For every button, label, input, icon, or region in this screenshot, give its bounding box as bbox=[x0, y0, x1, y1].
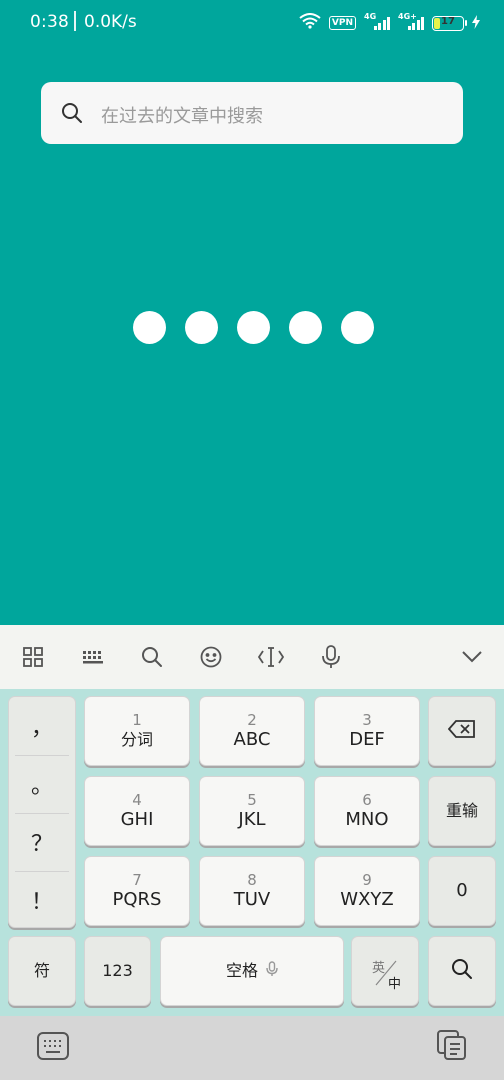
symbols-key[interactable]: 符 bbox=[8, 936, 76, 1006]
loading-dot bbox=[237, 311, 270, 344]
key-number: 6 bbox=[362, 791, 372, 809]
symbol-column[interactable]: ， 。 ？ ！ bbox=[8, 696, 76, 928]
loading-dot bbox=[341, 311, 374, 344]
network-speed: 0.0K/s bbox=[84, 12, 137, 32]
key-label: MNO bbox=[345, 809, 389, 830]
key-label: DEF bbox=[349, 729, 385, 750]
keyboard-toolbar bbox=[0, 625, 504, 689]
search-icon[interactable] bbox=[138, 643, 166, 671]
keyboard-icon[interactable] bbox=[79, 643, 107, 671]
key-label: ABC bbox=[233, 729, 271, 750]
clipboard-icon[interactable] bbox=[437, 1030, 467, 1064]
battery-level: 17 bbox=[441, 15, 455, 27]
key-9[interactable]: 9 WXYZ bbox=[314, 856, 420, 926]
status-time: 0:38 bbox=[30, 12, 69, 32]
key-number: 3 bbox=[362, 711, 372, 729]
key-label: PQRS bbox=[112, 889, 162, 910]
vpn-badge: VPN bbox=[328, 16, 356, 30]
symbol-comma[interactable]: ， bbox=[9, 697, 75, 755]
search-icon bbox=[451, 958, 473, 984]
space-key[interactable]: 空格 bbox=[160, 936, 344, 1006]
key-number: 7 bbox=[132, 871, 142, 889]
space-label: 空格 bbox=[225, 961, 258, 980]
key-label: TUV bbox=[233, 889, 271, 910]
key-label: 0 bbox=[456, 880, 468, 901]
signal-icon-2: 4G+ bbox=[398, 12, 424, 32]
search-icon bbox=[61, 102, 83, 124]
key-number: 9 bbox=[362, 871, 372, 889]
key-label: 分词 bbox=[120, 730, 153, 749]
key-label: GHI bbox=[120, 809, 154, 830]
charging-icon bbox=[472, 14, 480, 33]
key-number: 4 bbox=[132, 791, 142, 809]
key-number: 1 bbox=[132, 711, 142, 729]
mic-icon[interactable] bbox=[317, 643, 345, 671]
key-number: 8 bbox=[247, 871, 257, 889]
loading-dot bbox=[185, 311, 218, 344]
backspace-key[interactable] bbox=[428, 696, 496, 766]
key-number: 2 bbox=[247, 711, 257, 729]
chevron-down-icon[interactable] bbox=[458, 643, 486, 671]
symbol-question[interactable]: ？ bbox=[9, 813, 75, 871]
status-bar: 0:38 0.0K/s VPN 4G 4G+ 17 bbox=[0, 0, 504, 46]
key-8[interactable]: 8 TUV bbox=[199, 856, 305, 926]
backspace-icon bbox=[447, 720, 476, 742]
key-6[interactable]: 6 MNO bbox=[314, 776, 420, 846]
emoji-icon[interactable] bbox=[197, 643, 225, 671]
status-icons: VPN 4G 4G+ 17 bbox=[299, 12, 480, 34]
symbols-label: 符 bbox=[33, 961, 50, 980]
key-label: WXYZ bbox=[340, 889, 394, 910]
key-0[interactable]: 0 bbox=[428, 856, 496, 926]
key-3[interactable]: 3 DEF bbox=[314, 696, 420, 766]
symbol-exclamation[interactable]: ！ bbox=[9, 871, 75, 929]
mic-icon bbox=[266, 961, 278, 981]
key-1[interactable]: 1 分词 bbox=[84, 696, 190, 766]
number-switch-key[interactable]: 123 bbox=[84, 936, 151, 1006]
key-2[interactable]: 2 ABC bbox=[199, 696, 305, 766]
key-label: JKL bbox=[238, 809, 266, 830]
grid-icon[interactable] bbox=[19, 643, 47, 671]
status-separator bbox=[74, 11, 76, 31]
loading-dot bbox=[133, 311, 166, 344]
signal-icon: 4G bbox=[364, 12, 390, 32]
search-box[interactable]: 在过去的文章中搜索 bbox=[41, 82, 463, 144]
loading-indicator bbox=[133, 311, 374, 344]
bottom-bar bbox=[0, 1016, 504, 1080]
wifi-icon bbox=[299, 13, 321, 33]
lang-zh-label: 中 bbox=[388, 977, 402, 992]
search-key[interactable] bbox=[428, 936, 496, 1006]
cursor-icon[interactable] bbox=[257, 643, 285, 671]
reenter-label: 重输 bbox=[445, 801, 478, 820]
key-4[interactable]: 4 GHI bbox=[84, 776, 190, 846]
reenter-key[interactable]: 重输 bbox=[428, 776, 496, 846]
key-5[interactable]: 5 JKL bbox=[199, 776, 305, 846]
battery-icon: 17 bbox=[432, 15, 467, 31]
search-placeholder: 在过去的文章中搜索 bbox=[101, 106, 263, 127]
loading-dot bbox=[289, 311, 322, 344]
symbol-period[interactable]: 。 bbox=[9, 755, 75, 813]
language-switch-key[interactable]: 英 中 bbox=[351, 936, 419, 1006]
number-switch-label: 123 bbox=[102, 961, 133, 980]
keyboard-toggle-icon[interactable] bbox=[37, 1032, 69, 1064]
key-7[interactable]: 7 PQRS bbox=[84, 856, 190, 926]
key-number: 5 bbox=[247, 791, 257, 809]
